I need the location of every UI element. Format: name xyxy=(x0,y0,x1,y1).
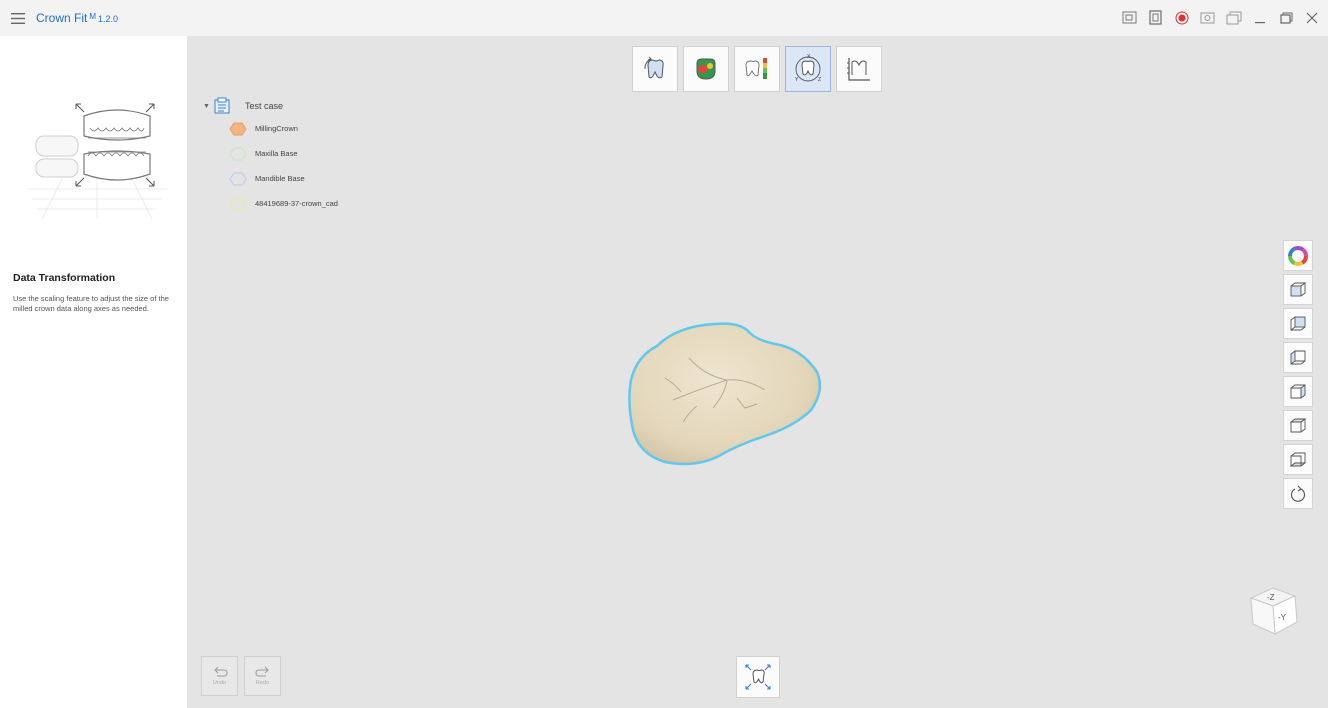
view-back-icon xyxy=(1290,316,1306,330)
view-back-button[interactable] xyxy=(1283,308,1313,339)
hexagon-icon xyxy=(229,147,247,160)
hexagon-icon xyxy=(229,172,247,185)
view-right-button[interactable] xyxy=(1283,376,1313,407)
view-top-button[interactable] xyxy=(1283,410,1313,441)
3d-viewport[interactable]: X Y Z ▼ Test case MillingCrown Maxilla B… xyxy=(187,36,1328,708)
redo-label: Redo xyxy=(255,680,270,686)
panel-description: Use the scaling feature to adjust the si… xyxy=(13,294,169,313)
hexagon-icon xyxy=(229,197,247,210)
measure-tool-button[interactable] xyxy=(836,46,882,92)
screen-record-button[interactable] xyxy=(1144,6,1168,30)
minimize-icon xyxy=(1255,22,1265,24)
screen-record-icon xyxy=(1149,10,1162,25)
maximize-button[interactable] xyxy=(1274,6,1298,30)
view-right-icon xyxy=(1290,383,1306,399)
hamburger-icon xyxy=(11,12,25,24)
view-left-button[interactable] xyxy=(1283,342,1313,373)
tree-item-label: Maxilla Base xyxy=(255,149,298,158)
deviation-tool-button[interactable] xyxy=(734,46,780,92)
tree-item-crown-cad[interactable]: 48419689-37-crown_cad xyxy=(229,191,338,216)
tree-item-label: Mandible Base xyxy=(255,174,305,183)
hamburger-menu-button[interactable] xyxy=(0,0,36,36)
cube-front-face-label: -Y xyxy=(1278,613,1287,622)
svg-text:Z: Z xyxy=(818,77,821,83)
tree-item-mandible-base[interactable]: Mandible Base xyxy=(229,166,338,191)
minimize-button[interactable] xyxy=(1248,6,1272,30)
view-front-button[interactable] xyxy=(1283,274,1313,305)
app-name: Crown Fit xyxy=(36,11,88,25)
deviation-scale-icon xyxy=(745,58,767,79)
transform-tool-button[interactable]: X Y Z xyxy=(785,46,831,92)
record-button[interactable] xyxy=(1170,6,1194,30)
close-button[interactable] xyxy=(1300,6,1324,30)
window-icon xyxy=(1226,11,1242,25)
data-tree: ▼ Test case MillingCrown Maxilla Base Ma… xyxy=(203,96,338,216)
expand-caret-icon[interactable]: ▼ xyxy=(203,103,213,110)
cube-top-face-label: -Z xyxy=(1267,593,1275,602)
screenshot-button[interactable] xyxy=(1118,6,1142,30)
record-dot-icon xyxy=(1175,11,1189,25)
fit-view-icon xyxy=(745,664,771,690)
title-bar: Crown Fit M 1.2.0 xyxy=(0,0,1328,36)
history-controls: Undo Redo xyxy=(201,656,281,696)
app-edition: M xyxy=(89,12,97,21)
undo-icon xyxy=(213,666,228,677)
tree-root-label: Test case xyxy=(245,101,284,111)
undo-label: Undo xyxy=(212,680,227,686)
view-top-icon xyxy=(1289,418,1307,432)
app-version: 1.2.0 xyxy=(98,14,119,24)
camera-icon xyxy=(1200,12,1215,24)
panel-title: Data Transformation xyxy=(13,272,116,284)
hexagon-icon xyxy=(229,122,247,135)
undo-button[interactable]: Undo xyxy=(201,656,238,696)
svg-text:Y: Y xyxy=(795,77,799,83)
view-bottom-icon xyxy=(1289,452,1307,466)
tree-root[interactable]: ▼ Test case xyxy=(203,96,338,116)
color-mode-button[interactable] xyxy=(1283,240,1313,271)
color-map-button[interactable] xyxy=(683,46,729,92)
redo-button[interactable]: Redo xyxy=(244,656,281,696)
maximize-icon xyxy=(1280,12,1293,24)
milled-crown-model[interactable] xyxy=(625,318,825,470)
scaling-illustration xyxy=(27,103,167,220)
guide-panel: Data Transformation Use the scaling feat… xyxy=(0,36,187,708)
reset-view-button[interactable] xyxy=(1283,478,1313,509)
screenshot-icon xyxy=(1122,11,1137,24)
transform-axis-icon: X Y Z xyxy=(795,54,821,83)
orientation-cube[interactable]: -Z -Y xyxy=(1245,584,1301,640)
tree-item-label: 48419689-37-crown_cad xyxy=(255,199,338,208)
view-bottom-button[interactable] xyxy=(1283,444,1313,475)
view-tools xyxy=(1283,240,1313,509)
window-mode-button[interactable] xyxy=(1222,6,1246,30)
case-folder-icon xyxy=(214,97,230,114)
measure-icon xyxy=(847,58,870,81)
reset-view-icon xyxy=(1291,485,1305,502)
view-front-icon xyxy=(1290,282,1307,296)
redo-icon xyxy=(254,666,269,677)
close-icon xyxy=(1306,12,1318,24)
align-tooth-icon xyxy=(644,56,664,79)
fit-to-view-button[interactable] xyxy=(736,656,780,698)
align-tool-button[interactable] xyxy=(632,46,678,92)
tree-item-label: MillingCrown xyxy=(255,124,298,133)
top-toolbar: X Y Z xyxy=(632,46,882,92)
tree-item-maxilla-base[interactable]: Maxilla Base xyxy=(229,141,338,166)
tree-item-milling-crown[interactable]: MillingCrown xyxy=(229,116,338,141)
view-left-icon xyxy=(1290,349,1306,365)
color-wheel-icon xyxy=(1288,245,1308,266)
color-map-icon xyxy=(696,58,716,80)
window-controls xyxy=(1118,0,1324,36)
app-title: Crown Fit M 1.2.0 xyxy=(36,11,118,25)
camera-button[interactable] xyxy=(1196,6,1220,30)
